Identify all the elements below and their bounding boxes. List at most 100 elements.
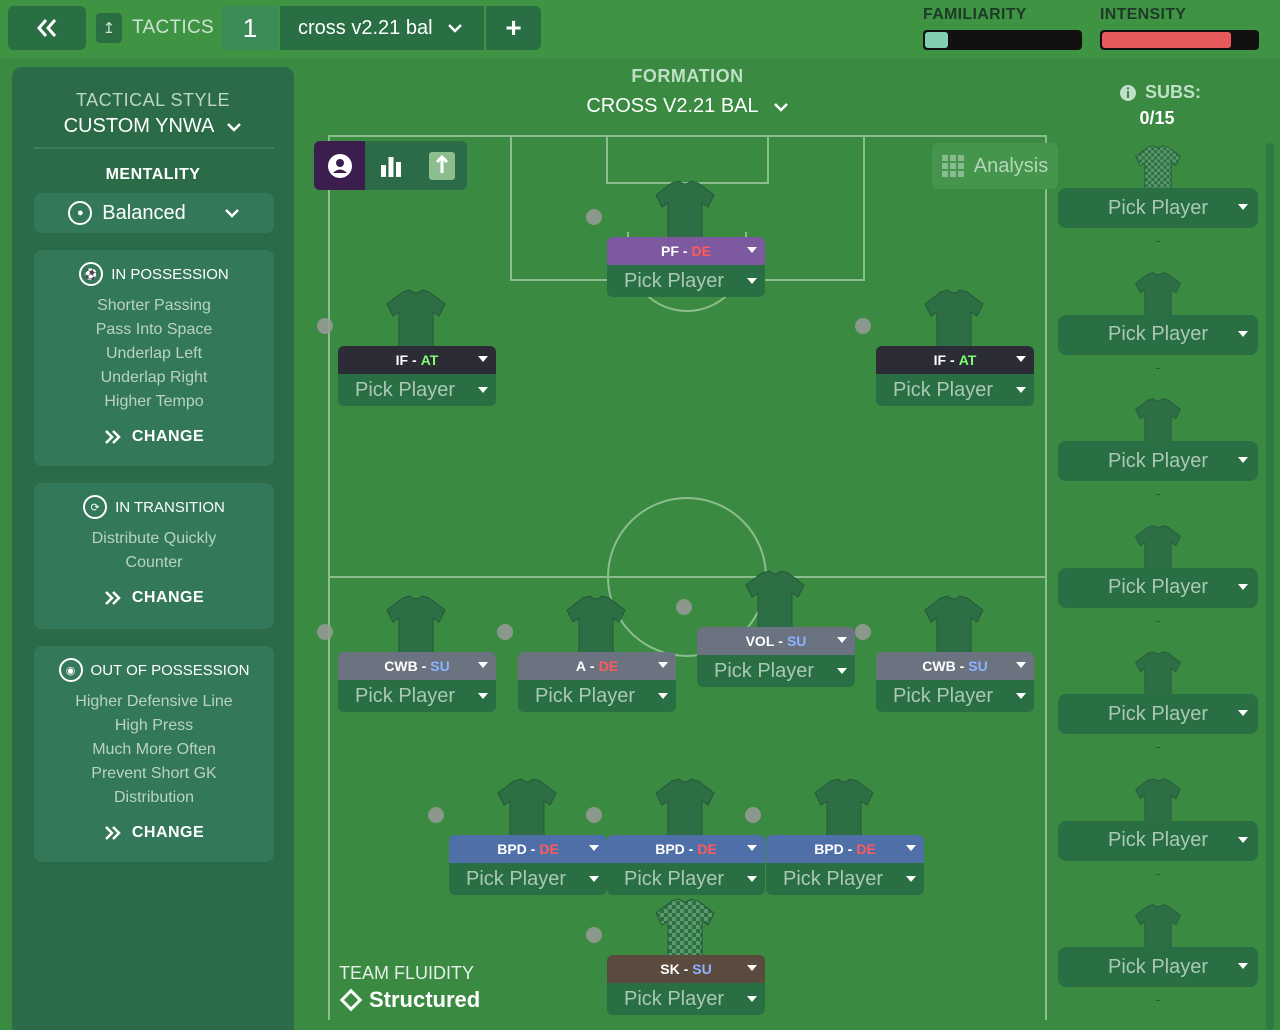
player-slot[interactable]: CWB - SU Pick Player: [855, 595, 1034, 712]
pick-player-label: Pick Player: [466, 867, 567, 890]
team-fluidity-value: Structured: [339, 987, 480, 1013]
double-chevron-right-icon: [104, 591, 121, 605]
role-selector[interactable]: CWB - SU: [338, 652, 496, 680]
formation-dropdown[interactable]: CROSS V2.21 BAL: [540, 95, 835, 118]
role-duty: AT: [958, 352, 977, 368]
role-sep: -: [946, 352, 955, 368]
player-slot[interactable]: PF - DE Pick Player: [586, 180, 765, 297]
pick-player-dropdown[interactable]: Pick Player: [697, 655, 855, 687]
tactic-name-dropdown[interactable]: cross v2.21 bal: [278, 6, 486, 50]
formation-value: CROSS V2.21 BAL: [586, 95, 759, 117]
in-possession-change-button[interactable]: CHANGE: [34, 428, 274, 446]
back-button[interactable]: [8, 6, 86, 50]
in-transition-change-button[interactable]: CHANGE: [34, 589, 274, 607]
tactic-slot-number[interactable]: 1: [222, 6, 278, 50]
player-slot[interactable]: A - DE Pick Player: [497, 595, 676, 712]
pick-player-dropdown[interactable]: Pick Player: [766, 863, 924, 895]
caret-down-icon: [1238, 204, 1248, 210]
sub-slot[interactable]: Pick Player: [1058, 314, 1258, 355]
sub-slot[interactable]: Pick Player: [1058, 441, 1258, 481]
player-slot[interactable]: IF - AT Pick Player: [855, 289, 1034, 406]
role-selector[interactable]: CWB - SU: [876, 652, 1034, 680]
top-bar: ↥ TACTICS 1 cross v2.21 bal + FAMILIARIT…: [0, 0, 1280, 58]
pick-player-dropdown[interactable]: Pick Player: [449, 863, 607, 895]
role-name: BPD: [814, 841, 844, 857]
caret-down-icon: [1238, 330, 1248, 337]
pick-player-dropdown[interactable]: Pick Player: [876, 680, 1034, 712]
role-duty: DE: [691, 243, 711, 259]
add-tactic-button[interactable]: +: [486, 6, 541, 50]
player-slot[interactable]: BPD - DE Pick Player: [428, 778, 607, 895]
subs-count: 0/15: [1139, 108, 1175, 128]
caret-down-icon: [837, 637, 847, 643]
double-chevron-right-icon: [104, 826, 121, 840]
sub-slot[interactable]: Pick Player: [1058, 947, 1258, 987]
caret-down-icon: [478, 693, 488, 699]
caret-down-icon: [747, 965, 757, 971]
caret-down-icon: [1238, 583, 1248, 590]
in-transition-list: Distribute Quickly Counter: [34, 527, 274, 575]
player-slot[interactable]: BPD - DE Pick Player: [745, 778, 924, 895]
sub-slot[interactable]: Pick Player: [1058, 188, 1258, 228]
caret-down-icon: [478, 387, 488, 393]
analysis-button[interactable]: Analysis: [932, 143, 1058, 189]
sub-slot[interactable]: Pick Player: [1058, 820, 1258, 861]
caret-down-icon: [589, 845, 599, 851]
instruction-item: Much More Often: [92, 741, 216, 758]
role-selector[interactable]: SK - SU: [607, 955, 765, 983]
instruction-item: Distribute Quickly: [91, 530, 217, 547]
role-selector[interactable]: BPD - DE: [766, 835, 924, 863]
pick-player-dropdown[interactable]: Pick Player: [607, 863, 765, 895]
caret-down-icon: [747, 247, 757, 253]
tactics-tab[interactable]: ↥ TACTICS: [96, 8, 218, 48]
sub-pick-label: Pick Player: [1107, 323, 1209, 345]
status-dot: [586, 209, 602, 225]
player-slot[interactable]: IF - AT Pick Player: [317, 289, 496, 406]
caret-down-icon: [1238, 457, 1248, 463]
sub-slot[interactable]: Pick Player: [1058, 694, 1258, 734]
pick-player-dropdown[interactable]: Pick Player: [338, 374, 496, 406]
pick-player-dropdown[interactable]: Pick Player: [876, 374, 1034, 406]
out-of-possession-change-button[interactable]: CHANGE: [34, 824, 274, 842]
mentality-icon: ●: [68, 201, 93, 225]
role-selector[interactable]: A - DE: [518, 652, 676, 680]
sub-shirt-icon: [1131, 777, 1185, 825]
sub-slot[interactable]: Pick Player: [1058, 567, 1258, 608]
player-slot[interactable]: VOL - SU Pick Player: [676, 570, 855, 687]
player-slot[interactable]: CWB - SU Pick Player: [317, 595, 496, 712]
pick-player-dropdown[interactable]: Pick Player: [518, 680, 676, 712]
tactical-style-dropdown[interactable]: CUSTOM YNWA: [12, 115, 294, 138]
role-selector[interactable]: BPD - DE: [449, 835, 607, 863]
intensity-meter[interactable]: [1100, 30, 1259, 50]
sub-pick-label: Pick Player: [1107, 576, 1209, 598]
pick-player-dropdown[interactable]: Pick Player: [607, 265, 765, 297]
player-view-button[interactable]: [314, 141, 365, 190]
role-selector[interactable]: VOL - SU: [697, 627, 855, 655]
role-selector[interactable]: IF - AT: [876, 346, 1034, 374]
tactics-view-button[interactable]: [416, 141, 467, 190]
role-selector[interactable]: PF - DE: [607, 237, 765, 265]
pick-player-dropdown[interactable]: Pick Player: [607, 983, 765, 1015]
status-dot: [317, 624, 333, 640]
shirt-icon: [742, 569, 808, 631]
player-slot[interactable]: SK - SU Pick Player: [586, 898, 765, 1015]
role-selector[interactable]: IF - AT: [338, 346, 496, 374]
mentality-dropdown[interactable]: ● Balanced: [34, 193, 274, 233]
caret-down-icon: [747, 845, 757, 851]
player-slot[interactable]: BPD - DE Pick Player: [586, 778, 765, 895]
role-selector[interactable]: BPD - DE: [607, 835, 765, 863]
sub-pick-label: Pick Player: [1107, 829, 1209, 851]
bar-chart-icon: [380, 156, 401, 177]
pick-player-dropdown[interactable]: Pick Player: [338, 680, 496, 712]
role-sep: -: [843, 841, 853, 857]
subs-scrollbar[interactable]: [1266, 143, 1274, 1030]
person-icon: [327, 153, 352, 178]
familiarity-label: FAMILIARITY: [923, 6, 1027, 23]
familiarity-meter[interactable]: [923, 30, 1082, 50]
instruction-item: Higher Tempo: [104, 393, 204, 410]
role-name: IF: [395, 352, 409, 368]
analysis-label: Analysis: [973, 154, 1049, 177]
out-of-possession-box: ◉ OUT OF POSSESSION Higher Defensive Lin…: [34, 646, 274, 862]
stats-view-button[interactable]: [365, 141, 416, 190]
info-icon: [1119, 84, 1136, 101]
